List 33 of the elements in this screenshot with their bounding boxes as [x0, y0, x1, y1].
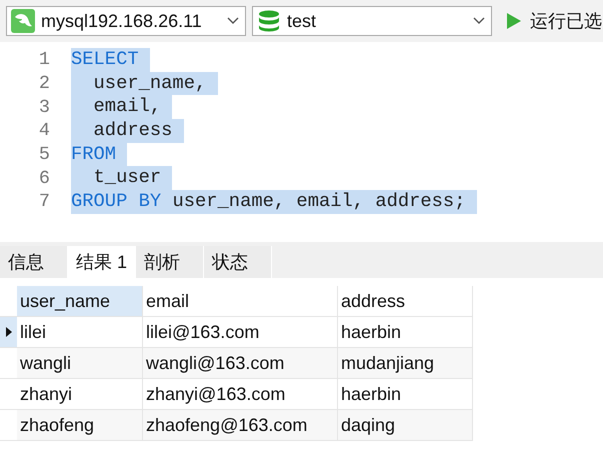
table-cell: wangli@163.com — [143, 348, 338, 379]
result-tab[interactable]: 剖析 — [136, 246, 204, 278]
line-number: 6 — [38, 168, 51, 189]
column-header[interactable]: user_name — [17, 286, 143, 317]
line-number: 2 — [38, 73, 51, 94]
table-cell: daqing — [338, 410, 473, 441]
connection-dropdown[interactable]: mysql192.168.26.11 — [6, 6, 246, 36]
line-number: 4 — [38, 120, 51, 142]
table-cell: zhaofeng@163.com — [143, 410, 338, 441]
table-cell: haerbin — [338, 317, 473, 348]
table-cell: lilei — [17, 317, 143, 348]
result-tab[interactable]: 信息 — [0, 246, 68, 278]
column-header[interactable]: email — [143, 286, 338, 317]
chevron-down-icon — [227, 17, 239, 25]
table-cell: wangli — [17, 348, 143, 379]
table-cell: haerbin — [338, 379, 473, 410]
table-cell: zhaofeng — [17, 410, 143, 441]
line-number: 7 — [38, 191, 51, 212]
result-tab[interactable]: 状态 — [204, 246, 272, 278]
line-number: 5 — [38, 144, 51, 166]
chevron-down-icon — [473, 17, 485, 25]
run-button[interactable]: 运行已选 — [498, 9, 602, 33]
table-cell: zhanyi — [17, 379, 143, 410]
play-icon — [506, 12, 522, 30]
table-cell: lilei@163.com — [143, 317, 338, 348]
database-icon — [257, 9, 281, 33]
result-tab[interactable]: 结果 1 — [68, 246, 136, 278]
table-cell: mudanjiang — [338, 348, 473, 379]
line-number: 3 — [38, 96, 51, 118]
column-header[interactable]: address — [338, 286, 473, 317]
line-number: 1 — [38, 49, 51, 70]
table-cell: zhanyi@163.com — [143, 379, 338, 410]
database-dropdown[interactable]: test — [252, 6, 492, 36]
